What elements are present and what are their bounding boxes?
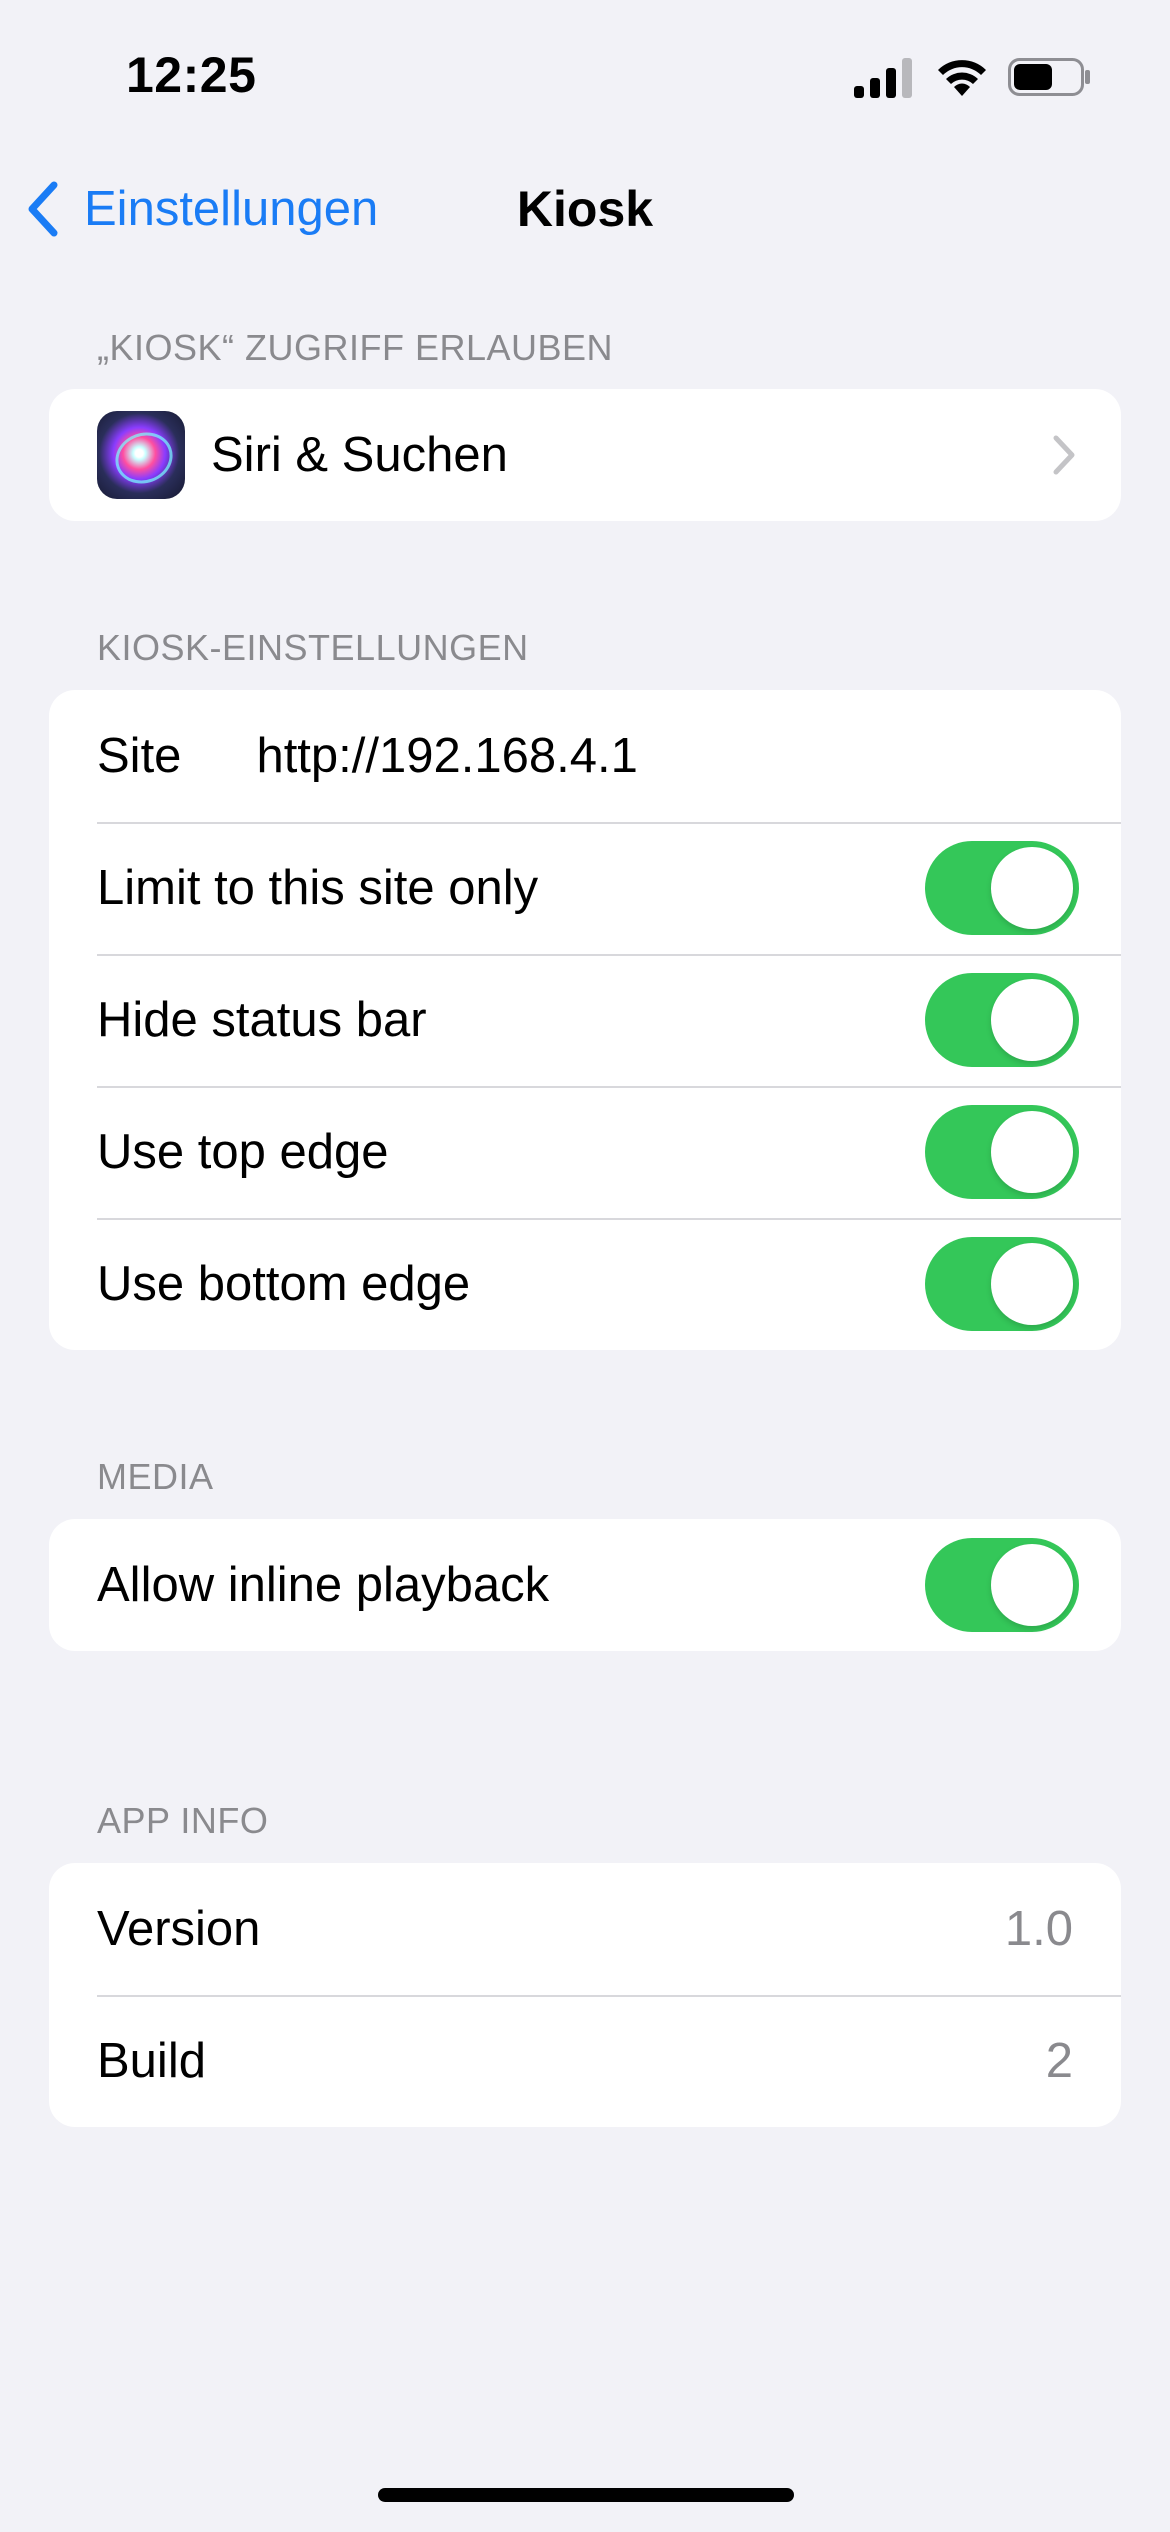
toggle-knob (991, 1111, 1073, 1193)
navigation-bar: Einstellungen Kiosk (0, 160, 1170, 256)
inline-playback-toggle[interactable] (925, 1538, 1079, 1632)
kiosk-settings-group: Site http://192.168.4.1 Limit to this si… (49, 690, 1121, 1350)
top-edge-label: Use top edge (97, 1125, 389, 1179)
page-title: Kiosk (516, 181, 654, 237)
screen: 12:25 Einstellungen Kiosk „KIOSK“ ZUGRIF… (0, 0, 1170, 2532)
home-indicator[interactable] (378, 2488, 794, 2502)
bottom-edge-label: Use bottom edge (97, 1257, 471, 1311)
toggle-knob (991, 1544, 1073, 1626)
section-header-access: „KIOSK“ ZUGRIFF ERLAUBEN (97, 327, 614, 368)
build-row: Build 2 (49, 1995, 1121, 2127)
bottom-edge-toggle[interactable] (925, 1237, 1079, 1331)
toggle-row-limit-site: Limit to this site only (49, 822, 1121, 954)
build-value: 2 (1045, 2034, 1073, 2088)
site-row[interactable]: Site http://192.168.4.1 (49, 690, 1121, 822)
top-edge-toggle[interactable] (925, 1105, 1079, 1199)
access-group: Siri & Suchen (49, 389, 1121, 521)
version-label: Version (97, 1902, 261, 1956)
toggle-row-inline-playback: Allow inline playback (49, 1519, 1121, 1651)
siri-icon (97, 411, 185, 499)
limit-site-label: Limit to this site only (97, 861, 539, 915)
status-time: 12:25 (126, 47, 257, 103)
media-group: Allow inline playback (49, 1519, 1121, 1651)
build-label: Build (97, 2034, 206, 2088)
hide-status-bar-label: Hide status bar (97, 993, 427, 1047)
siri-search-label: Siri & Suchen (211, 428, 508, 482)
chevron-right-icon (1053, 435, 1075, 475)
hide-status-bar-toggle[interactable] (925, 973, 1079, 1067)
section-header-app-info: APP INFO (97, 1800, 269, 1841)
inline-playback-label: Allow inline playback (97, 1558, 550, 1612)
toggle-knob (991, 847, 1073, 929)
section-header-media: MEDIA (97, 1456, 214, 1497)
section-header-kiosk-settings: KIOSK-EINSTELLUNGEN (97, 627, 529, 668)
toggle-knob (991, 979, 1073, 1061)
cellular-signal-icon (854, 58, 912, 98)
toggle-row-bottom-edge: Use bottom edge (49, 1218, 1121, 1350)
toggle-row-hide-status-bar: Hide status bar (49, 954, 1121, 1086)
battery-icon (1008, 58, 1090, 96)
toggle-row-top-edge: Use top edge (49, 1086, 1121, 1218)
limit-site-toggle[interactable] (925, 841, 1079, 935)
site-url-field[interactable]: http://192.168.4.1 (256, 728, 637, 784)
siri-search-row[interactable]: Siri & Suchen (49, 389, 1121, 521)
site-label: Site (97, 729, 182, 783)
version-row: Version 1.0 (49, 1863, 1121, 1995)
version-value: 1.0 (1004, 1902, 1073, 1956)
status-bar: 12:25 (0, 0, 1170, 150)
toggle-knob (991, 1243, 1073, 1325)
app-info-group: Version 1.0 Build 2 (49, 1863, 1121, 2127)
wifi-icon (938, 60, 986, 96)
